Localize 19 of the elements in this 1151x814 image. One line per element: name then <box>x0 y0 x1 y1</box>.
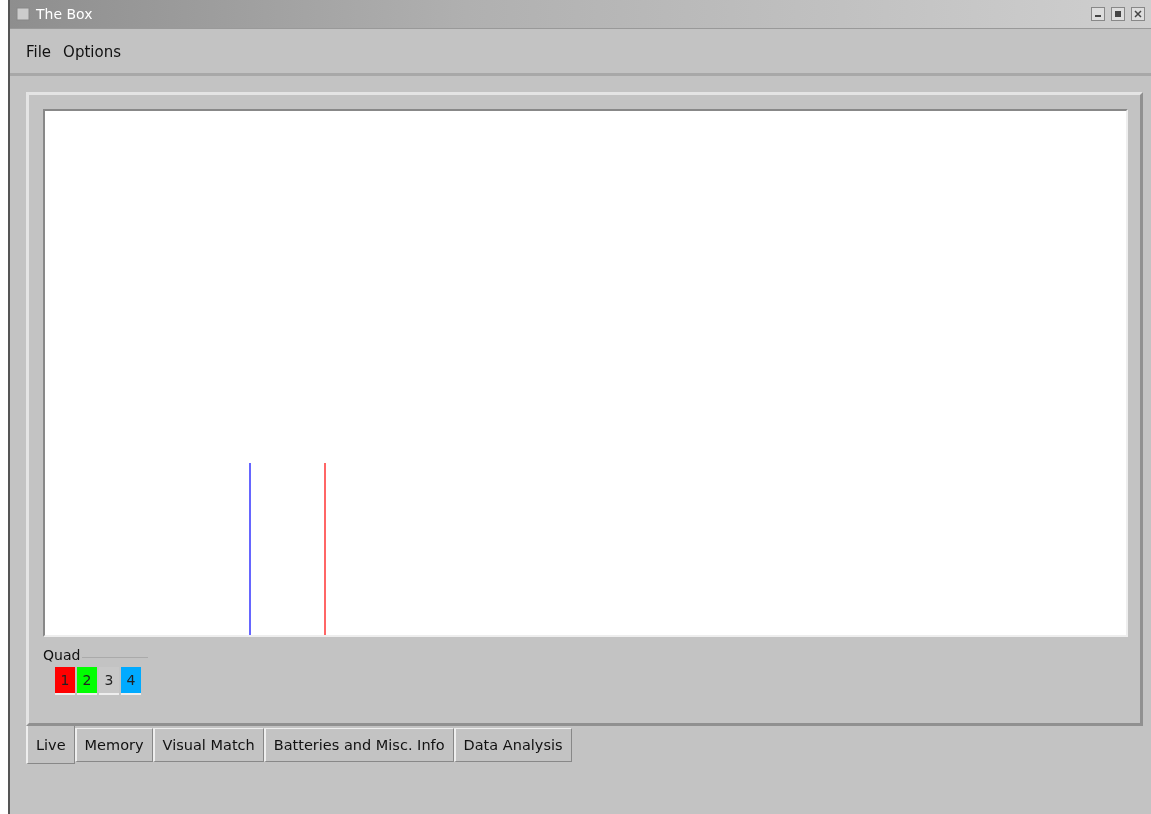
tab[interactable]: Live <box>26 726 75 764</box>
tab[interactable]: Memory <box>74 728 153 762</box>
channel-chip[interactable]: 2 <box>77 667 97 695</box>
close-icon <box>1134 10 1142 18</box>
channel-chip[interactable]: 1 <box>55 667 75 695</box>
quad-label: Quad <box>43 647 81 663</box>
minimize-button[interactable] <box>1091 7 1105 21</box>
channel-chip[interactable]: 4 <box>121 667 141 695</box>
channel-chip[interactable]: 3 <box>99 667 119 695</box>
menu-item[interactable]: File <box>26 43 52 61</box>
close-button[interactable] <box>1131 7 1145 21</box>
tab[interactable]: Data Analysis <box>453 728 572 762</box>
tab[interactable]: Batteries and Misc. Info <box>263 728 454 762</box>
maximize-icon <box>1114 10 1122 18</box>
maximize-button[interactable] <box>1111 7 1125 21</box>
window-title: The Box <box>36 6 94 22</box>
menu-item[interactable]: Options <box>63 43 121 61</box>
window-icon <box>16 7 30 21</box>
tab[interactable]: Visual Match <box>152 728 264 762</box>
